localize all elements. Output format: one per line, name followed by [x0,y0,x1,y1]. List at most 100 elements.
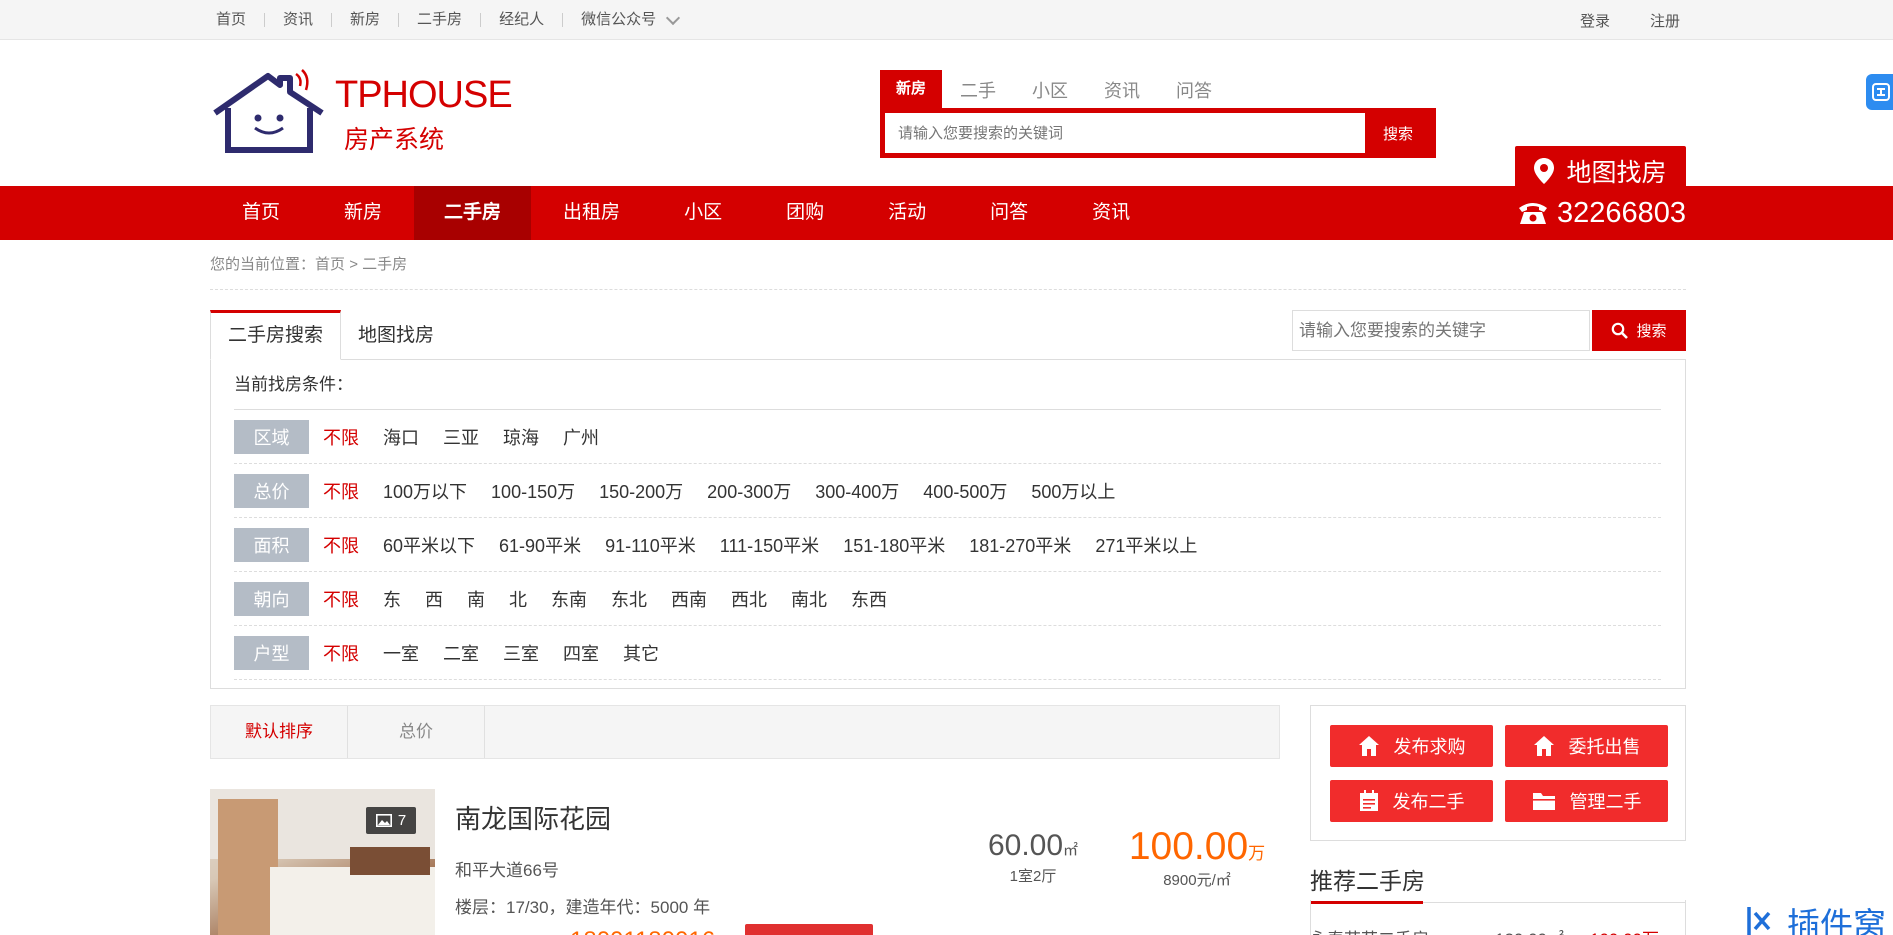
filter-search-button[interactable]: 搜索 [1592,310,1686,351]
nav-item-events[interactable]: 活动 [856,186,958,240]
nav-item-home[interactable]: 首页 [210,186,312,240]
logo[interactable]: TPHOUSE 房产系统 [210,68,513,158]
filter-option[interactable]: 四室 [563,640,599,666]
filter-option[interactable]: 181-270平米 [969,532,1071,558]
sort-default[interactable]: 默认排序 [211,706,348,758]
chevron-down-icon [666,10,681,25]
post-second-hand-button[interactable]: 发布二手 [1330,780,1493,822]
filter-option[interactable]: 100万以下 [383,478,467,504]
top-links: 首页 资讯 新房 二手房 经纪人 微信公众号 [210,10,696,28]
listing-tag [745,924,873,935]
manage-second-hand-label: 管理二手 [1569,792,1642,812]
filter-option[interactable]: 111-150平米 [720,532,819,558]
price-value: 100.00 [1128,825,1249,868]
search-tab-qa[interactable]: 问答 [1158,72,1230,108]
filter-option[interactable]: 300-400万 [815,478,899,504]
search-tab-second-hand[interactable]: 二手 [942,72,1014,108]
top-link-news[interactable]: 资讯 [264,12,331,27]
filter-row-area: 面积 不限 60平米以下 61-90平米 91-110平米 111-150平米 … [234,518,1661,572]
nav-item-community[interactable]: 小区 [652,186,754,240]
current-conditions-label: 当前找房条件： [234,360,1661,410]
post-wanted-button[interactable]: 发布求购 [1330,725,1493,767]
listing-item[interactable]: 7 南龙国际花园 和平大道66号 楼层：17/30，建造年代：5000 年 18… [210,789,1280,935]
search-input[interactable] [885,113,1365,153]
top-link-home[interactable]: 首页 [210,12,264,27]
filter-option[interactable]: 不限 [323,586,359,612]
filter-option[interactable]: 北 [509,586,527,612]
entrust-sale-button[interactable]: 委托出售 [1505,725,1668,767]
filter-option[interactable]: 西 [425,586,443,612]
search-icon [1612,322,1629,339]
side-float-widget[interactable] [1866,74,1893,110]
filter-option[interactable]: 海口 [383,424,419,450]
filter-option[interactable]: 不限 [323,640,359,666]
nav-item-group-buy[interactable]: 团购 [754,186,856,240]
photo-count-badge: 7 [366,807,416,834]
filter-option[interactable]: 其它 [623,640,659,666]
unit-price: 8900元/㎡ [1163,872,1231,889]
listing-price: 100.00万 8900元/㎡ [1122,825,1272,890]
listing-title[interactable]: 南龙国际花园 [455,799,611,836]
filter-option[interactable]: 东南 [551,586,587,612]
breadcrumb-home[interactable]: 首页 [315,256,345,273]
search-tab-new-house[interactable]: 新房 [880,70,943,108]
filter-option[interactable]: 西北 [731,586,767,612]
login-link[interactable]: 登录 [1580,10,1610,31]
filter-option[interactable]: 南北 [791,586,827,612]
filter-option[interactable]: 150-200万 [599,478,683,504]
sort-total-price[interactable]: 总价 [348,706,485,758]
location-pin-icon [1534,158,1555,184]
home-icon [1533,736,1554,756]
search-tab-news[interactable]: 资讯 [1086,72,1158,108]
top-link-wechat[interactable]: 微信公众号 [562,10,696,28]
filter-option[interactable]: 61-90平米 [499,532,581,558]
filter-row-orientation: 朝向 不限 东 西 南 北 东南 东北 西南 西北 南北 东西 [234,572,1661,626]
wechat-label: 微信公众号 [581,11,657,28]
top-link-new-house[interactable]: 新房 [331,12,398,27]
filter-option[interactable]: 271平米以上 [1095,532,1197,558]
top-link-agent[interactable]: 经纪人 [480,12,562,27]
tab-map-search[interactable]: 地图找房 [341,310,451,360]
filter-option[interactable]: 100-150万 [491,478,575,504]
nav-item-second-hand[interactable]: 二手房 [414,186,532,240]
account-links: 登录 注册 [1580,10,1686,31]
filter-option[interactable]: 不限 [323,478,359,504]
filter-option[interactable]: 三亚 [443,424,479,450]
hotline-number: 32266803 [1556,196,1686,229]
filter-option[interactable]: 不限 [323,532,359,558]
top-link-second-hand[interactable]: 二手房 [398,12,480,27]
filter-option[interactable]: 400-500万 [923,478,1007,504]
filter-option[interactable]: 一室 [383,640,419,666]
search-button[interactable]: 搜索 [1365,113,1431,153]
search-tab-community[interactable]: 小区 [1014,72,1086,108]
filter-option[interactable]: 琼海 [503,424,539,450]
nav-item-rental[interactable]: 出租房 [531,186,652,240]
nav-item-qa[interactable]: 问答 [958,186,1060,240]
filter-option[interactable]: 不限 [323,424,359,450]
filter-option[interactable]: 东北 [611,586,647,612]
filter-option[interactable]: 三室 [503,640,539,666]
filter-option[interactable]: 东 [383,586,401,612]
filter-option[interactable]: 91-110平米 [605,532,696,558]
action-panel: 发布求购 委托出售 发布二手 管理二手 [1310,705,1686,841]
filter-option[interactable]: 200-300万 [707,478,791,504]
filter-search-input[interactable] [1292,310,1590,351]
listing-photo[interactable]: 7 [210,789,435,935]
nav-item-new-house[interactable]: 新房 [312,186,414,240]
nav-item-news[interactable]: 资讯 [1060,186,1162,240]
filter-option[interactable]: 60平米以下 [383,532,475,558]
filter-option[interactable]: 西南 [671,586,707,612]
filter-option[interactable]: 东西 [851,586,887,612]
filter-option[interactable]: 二室 [443,640,479,666]
filter-option[interactable]: 151-180平米 [843,532,945,558]
price-unit: 万 [1248,844,1266,863]
breadcrumb-prefix: 您的当前位置： [210,256,316,273]
filter-option[interactable]: 500万以上 [1031,478,1115,504]
tab-second-hand-search[interactable]: 二手房搜索 [210,310,342,360]
filter-option[interactable]: 南 [467,586,485,612]
watermark: 插件窝 [1745,898,1886,935]
manage-second-hand-button[interactable]: 管理二手 [1505,780,1668,822]
register-link[interactable]: 注册 [1650,10,1680,31]
breadcrumb-separator: > [349,256,358,273]
filter-option[interactable]: 广州 [563,424,599,450]
